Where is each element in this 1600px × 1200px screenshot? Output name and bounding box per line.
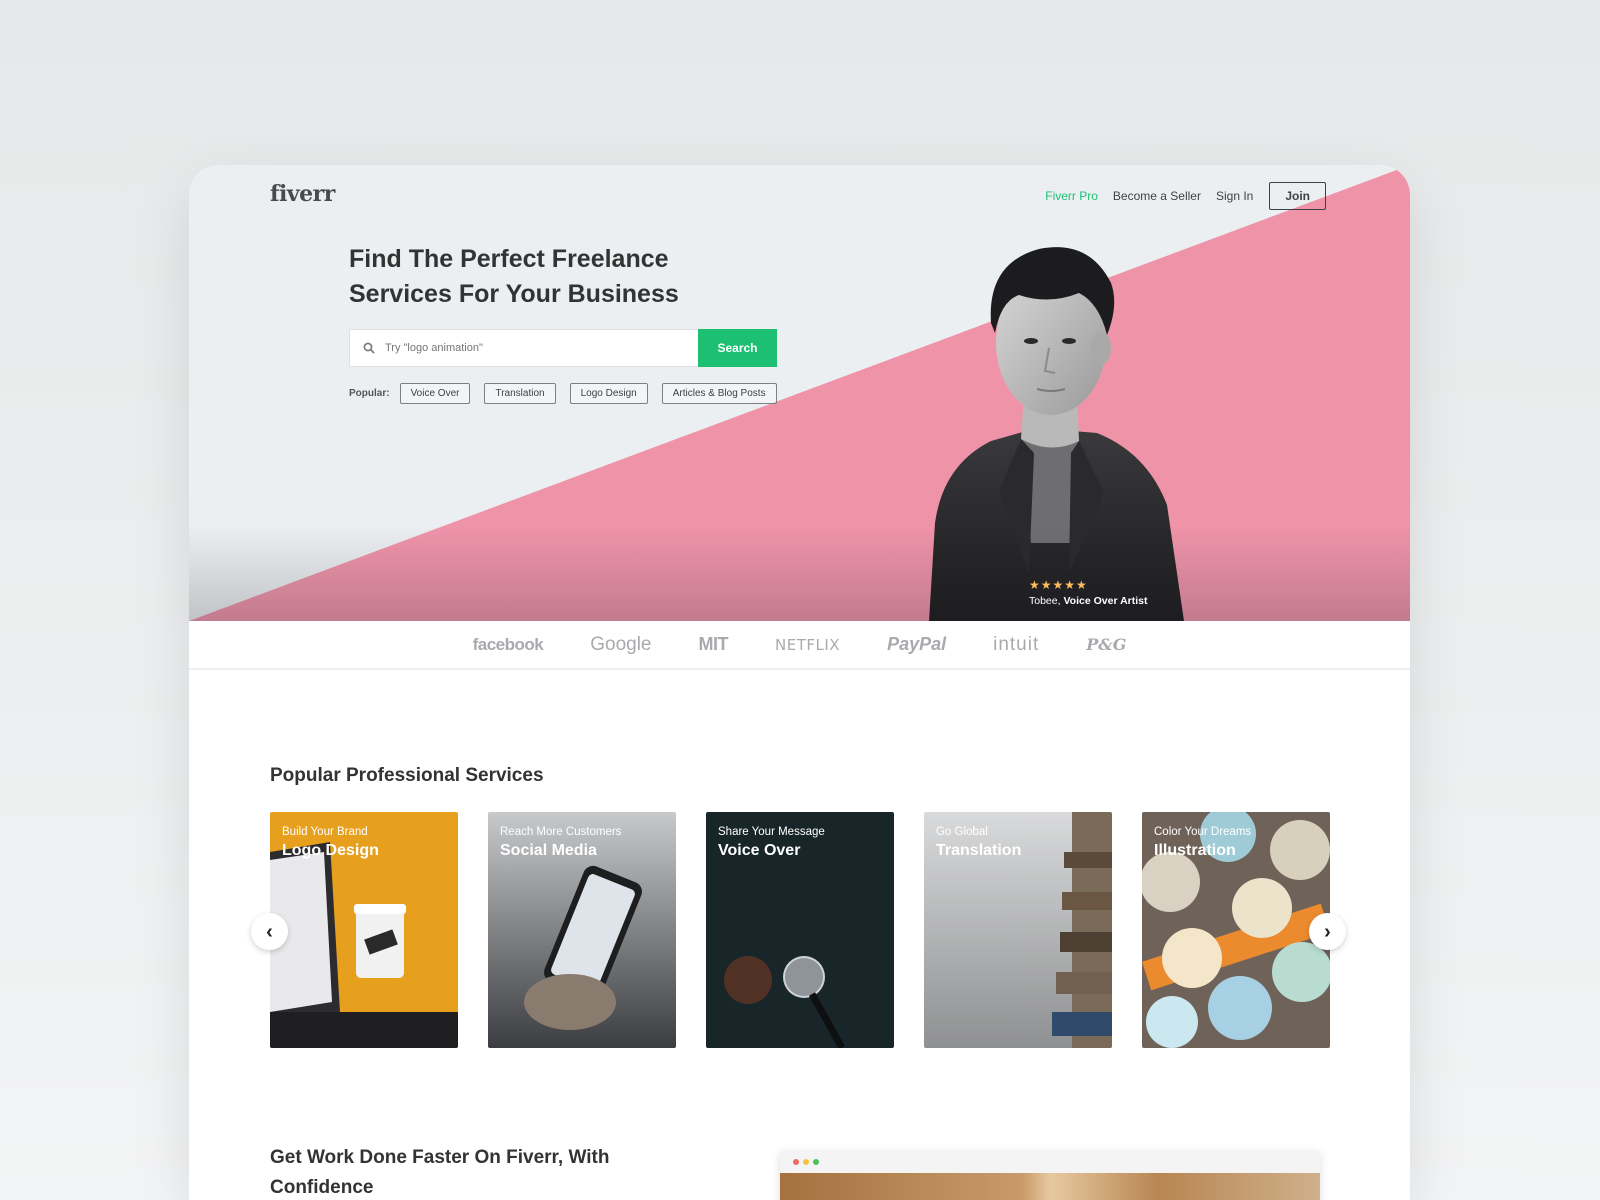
popular-tag-voice-over[interactable]: Voice Over (399, 383, 471, 404)
featured-seller-photo (929, 247, 1184, 621)
facebook-logo: facebook (472, 634, 544, 654)
search-field[interactable] (349, 329, 698, 367)
popular-tag-translation[interactable]: Translation (484, 383, 556, 404)
pg-logo: P&G (1086, 635, 1127, 654)
join-button[interactable]: Join (1269, 182, 1326, 210)
card-subtitle: Color Your Dreams (1154, 826, 1252, 838)
window-maximize-icon (813, 1159, 819, 1165)
card-title: Social Media (500, 842, 597, 859)
rating-stars-icon: ★★★★★ (1029, 578, 1088, 592)
featured-seller-role: Voice Over Artist (1063, 595, 1148, 607)
featured-seller-name: Tobee, (1029, 595, 1061, 607)
card-subtitle: Go Global (936, 826, 988, 838)
services-title: Popular Professional Services (270, 765, 544, 786)
fiverr-logo[interactable]: fiverr (270, 181, 335, 207)
card-title: Translation (936, 842, 1022, 859)
featured-seller-caption: ★★★★★ Tobee, Voice Over Artist (1029, 578, 1147, 607)
card-title: Voice Over (718, 842, 801, 859)
popular-tag-articles[interactable]: Articles & Blog Posts (661, 383, 777, 404)
hero-headline: Find The Perfect Freelance Services For … (349, 245, 679, 308)
service-card-social-media[interactable]: Reach More Customers Social Media (488, 812, 676, 1048)
chevron-left-icon[interactable]: ‹ (251, 913, 288, 950)
sign-in-link[interactable]: Sign In (1216, 189, 1253, 203)
browser-preview (780, 1151, 1320, 1200)
card-title: Logo Design (282, 842, 379, 859)
netflix-logo: NETFLIX (775, 635, 841, 654)
card-subtitle: Build Your Brand (282, 826, 368, 838)
search-input[interactable] (385, 342, 665, 354)
card-title: Illustration (1154, 842, 1236, 859)
card-subtitle: Share Your Message (718, 826, 825, 838)
google-logo: Google (590, 633, 652, 655)
card-subtitle: Reach More Customers (500, 826, 622, 838)
window-close-icon (793, 1159, 799, 1165)
services-carousel: Build Your Brand Logo Design Reach More … (270, 812, 1330, 1048)
section2-title: Get Work Done Faster On Fiverr, With Con… (270, 1147, 610, 1198)
preview-window-bar (780, 1151, 1320, 1173)
become-seller-link[interactable]: Become a Seller (1113, 189, 1201, 203)
trusted-by-bar: facebook Google MIT NETFLIX PayPal intui… (189, 621, 1410, 670)
service-card-translation[interactable]: Go Global Translation (924, 812, 1112, 1048)
search-bar: Search (349, 329, 777, 367)
preview-image (780, 1173, 1320, 1200)
search-button[interactable]: Search (698, 329, 777, 367)
popular-tags: Popular: Voice Over Translation Logo Des… (349, 383, 777, 404)
service-card-voice-over[interactable]: Share Your Message Voice Over (706, 812, 894, 1048)
browser-frame: fiverr Fiverr Pro Become a Seller Sign I… (189, 165, 1410, 1200)
popular-tag-logo-design[interactable]: Logo Design (569, 383, 648, 404)
top-nav: Fiverr Pro Become a Seller Sign In Join (1045, 182, 1326, 210)
fiverr-pro-link[interactable]: Fiverr Pro (1045, 189, 1098, 203)
paypal-logo: PayPal (887, 634, 947, 654)
service-card-illustration[interactable]: Color Your Dreams Illustration (1142, 812, 1330, 1048)
search-icon (363, 342, 375, 354)
mit-logo: MIT (698, 634, 729, 654)
service-card-logo-design[interactable]: Build Your Brand Logo Design (270, 812, 458, 1048)
window-minimize-icon (803, 1159, 809, 1165)
intuit-logo: intuit (993, 633, 1040, 655)
hero-section: fiverr Fiverr Pro Become a Seller Sign I… (189, 165, 1410, 621)
chevron-right-icon[interactable]: › (1309, 913, 1346, 950)
popular-label: Popular: (349, 388, 390, 399)
